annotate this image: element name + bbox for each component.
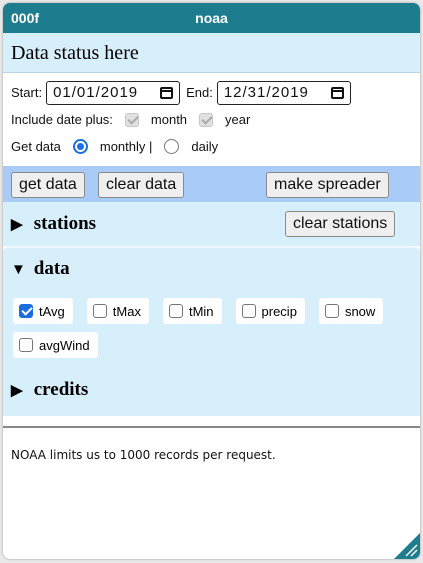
attribute-checkbox[interactable] (168, 304, 183, 318)
attribute-list: tAvg tMax tMin precip snow avgWind (3, 290, 420, 370)
credits-title: credits (33, 379, 89, 400)
start-label: Start: (11, 85, 43, 100)
attribute-label: precip (261, 303, 297, 319)
expand-triangle-icon: ▶ (11, 383, 23, 399)
attribute-label: snow (344, 303, 376, 319)
attribute-checkbox[interactable] (19, 304, 33, 318)
clear-data-button[interactable]: clear data (98, 172, 185, 198)
monthly-label: monthly | (99, 139, 153, 154)
window-title: noaa (195, 10, 228, 26)
attribute-checkbox[interactable] (92, 304, 107, 318)
expand-triangle-icon: ▶ (11, 217, 23, 233)
get-data-button[interactable]: get data (11, 172, 85, 198)
attribute-item[interactable]: snow (318, 298, 384, 324)
status-bar: Data status here (3, 33, 420, 73)
attribute-label: avgWind (39, 337, 90, 353)
attribute-checkbox[interactable] (324, 304, 339, 318)
collapse-triangle-icon: ▼ (11, 262, 26, 278)
title-bar[interactable]: 000f noaa (3, 3, 420, 33)
calendar-icon[interactable] (330, 85, 346, 101)
get-data-label: Get data (11, 139, 61, 154)
data-title: data (33, 258, 70, 279)
month-label: month (150, 112, 188, 127)
end-date-value: 12/31/2019 (223, 84, 309, 101)
make-spreader-button[interactable]: make spreader (266, 172, 389, 198)
data-section: ▼ data tAvg tMax tMin precip snow avgWind ▶ c… (3, 246, 420, 416)
parameters-panel: Start: 01/01/2019 End: 12/31/2019 Includ… (3, 73, 420, 166)
credits-header[interactable]: ▶ credits (3, 370, 420, 410)
attribute-item[interactable]: tAvg (13, 298, 73, 324)
start-date-input[interactable]: 01/01/2019 (46, 80, 181, 105)
calendar-icon[interactable] (159, 85, 175, 101)
end-date-input[interactable]: 12/31/2019 (216, 80, 351, 105)
resize-grip-icon[interactable] (400, 539, 418, 557)
daily-radio[interactable] (164, 139, 180, 154)
end-label: End: (186, 85, 213, 100)
monthly-radio[interactable] (72, 139, 88, 154)
year-checkbox[interactable] (199, 112, 214, 127)
year-label: year (225, 112, 251, 127)
attribute-label: tMax (112, 303, 141, 319)
month-checkbox[interactable] (124, 112, 139, 127)
clear-stations-button[interactable]: clear stations (285, 211, 396, 237)
footer-note: NOAA limits us to 1000 records per reque… (11, 448, 276, 462)
start-date-value: 01/01/2019 (53, 84, 139, 101)
attribute-label: tMin (188, 303, 214, 319)
action-toolbar: get data clear data make spreader (3, 166, 420, 202)
attribute-item[interactable]: tMin (162, 298, 222, 324)
attribute-checkbox[interactable] (241, 304, 256, 318)
attribute-item[interactable]: tMax (86, 298, 149, 324)
stations-section: ▶ stations clear stations (3, 202, 420, 246)
daily-label: daily (191, 139, 219, 154)
data-header[interactable]: ▼ data (3, 248, 420, 290)
attribute-item[interactable]: avgWind (13, 332, 98, 358)
stations-title: stations (33, 213, 97, 234)
stations-header[interactable]: ▶ stations clear stations (3, 202, 420, 246)
include-date-label: Include date plus: (11, 112, 113, 127)
attribute-item[interactable]: precip (235, 298, 305, 324)
attribute-label: tAvg (39, 303, 65, 319)
plugin-window: 000f noaa Data status here Start: 01/01/… (3, 3, 420, 559)
attribute-checkbox[interactable] (19, 338, 33, 352)
